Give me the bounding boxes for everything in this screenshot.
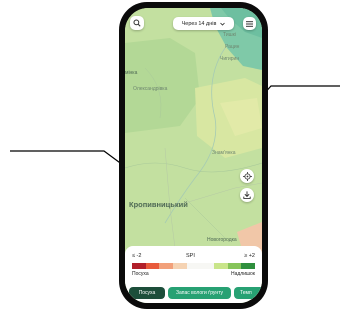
map-label-novohorodka: Новогородка — [207, 237, 237, 243]
legend-dry-label: Посуха — [132, 271, 149, 277]
tab-soil-moisture-label: Запас вологи ґрунту — [175, 290, 224, 296]
hamburger-menu-icon — [246, 20, 253, 27]
map-label-tyshki: Тишкі — [223, 32, 236, 38]
spi-scale-swatch — [159, 263, 174, 269]
spi-scale-swatch — [145, 263, 160, 269]
download-button[interactable] — [240, 188, 254, 202]
phone-frame: Тишкі Рацин Чигирин Олександрівка Знам'я… — [119, 2, 268, 309]
tab-drought[interactable]: Посуха — [129, 287, 165, 299]
legend-footer: Посуха Надлишок — [132, 271, 255, 278]
period-selector-value: Через 14 днів — [181, 20, 217, 27]
search-button[interactable] — [130, 16, 144, 30]
menu-button[interactable] — [243, 17, 256, 30]
legend-header: ≤ -2 SPI ≥ +2 — [132, 253, 255, 261]
spi-scale-swatch — [227, 263, 242, 269]
map-label-kropyvnytskyi: Кропивницький — [129, 200, 188, 209]
period-selector[interactable]: Через 14 днів — [173, 17, 234, 30]
spi-scale-swatch — [214, 263, 228, 269]
chevron-down-icon — [220, 22, 226, 26]
tab-temperature[interactable]: Темп — [234, 287, 262, 299]
phone-screen: Тишкі Рацин Чигирин Олександрівка Знам'я… — [125, 8, 262, 303]
layer-tabs: Посуха Запас вологи ґрунту Темп — [129, 287, 262, 299]
legend-max-label: ≥ +2 — [244, 253, 255, 259]
legend-title: SPI — [186, 253, 195, 259]
map-label-znamianka: Знам'янка — [212, 150, 236, 156]
spi-scale-swatch — [186, 263, 201, 269]
spi-scale-swatch — [173, 263, 187, 269]
map-label-ratsyn: Рацин — [225, 44, 240, 50]
tab-drought-label: Посуха — [138, 290, 156, 296]
legend-wet-label: Надлишок — [231, 271, 255, 277]
spi-scale-swatch — [200, 263, 215, 269]
crosshair-icon — [242, 171, 252, 181]
map-label-oleksandrivka: Олександрівка — [133, 86, 168, 92]
spi-legend-panel: ≤ -2 SPI ≥ +2 Посуха Надлишок Посуха Зап… — [125, 246, 262, 303]
locate-button[interactable] — [240, 169, 254, 183]
spi-scale-swatch — [132, 263, 146, 269]
map-label-minka: мінка — [125, 70, 138, 76]
spi-color-scale — [132, 263, 256, 269]
search-icon — [133, 19, 141, 27]
map-label-chyhyryn: Чигирин — [220, 56, 240, 62]
spi-scale-swatch — [241, 263, 256, 269]
legend-min-label: ≤ -2 — [132, 253, 142, 259]
tab-soil-moisture[interactable]: Запас вологи ґрунту — [168, 287, 231, 299]
tab-temperature-label: Темп — [240, 290, 252, 296]
download-icon — [243, 191, 251, 199]
